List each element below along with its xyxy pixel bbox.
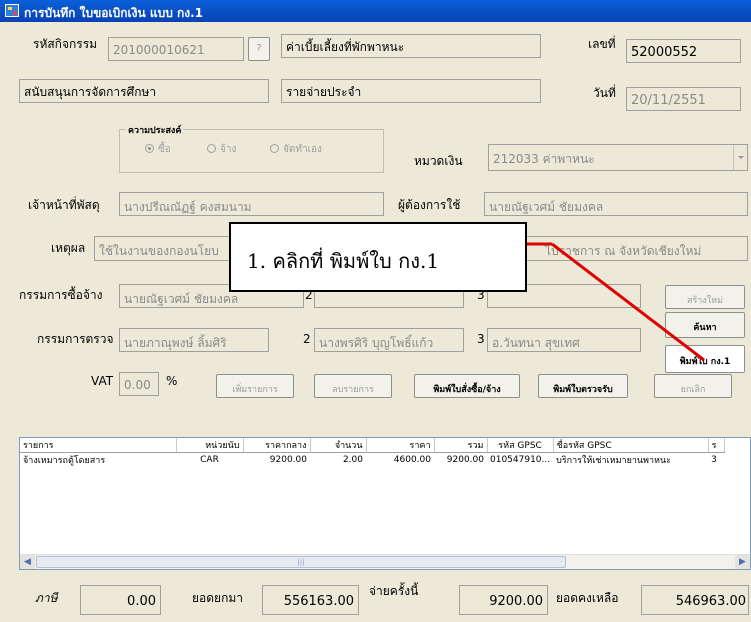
inspection-committee-label: กรรมการตรวจ xyxy=(37,332,114,346)
annotation-callout: 1. คลิกที่ พิมพ์ใบ กง.1 xyxy=(229,222,527,292)
tax-label: ภาษี xyxy=(35,591,58,605)
money-category-value: 212033 ค่าพาหนะ xyxy=(493,152,595,166)
form-window: การบันทึก ใบขอเบิกเงิน แบบ กง.1 รหัสกิจก… xyxy=(0,0,751,622)
project-name-field: สนับสนุนการจัดการศึกษา xyxy=(19,79,269,103)
col-header-price[interactable]: ราคา xyxy=(366,438,435,453)
officer-label: เจ้าหน้าที่พัสดุ xyxy=(28,198,100,212)
vat-field[interactable]: 0.00 xyxy=(119,372,159,396)
col-header-gpsc-name[interactable]: ชื่อรหัส GPSC xyxy=(553,438,709,453)
budget-type-field: รายจ่ายประจำ xyxy=(281,79,541,103)
inspection-committee-member2[interactable]: นางพรศิริ บุญโพธิ์แก้ว xyxy=(314,328,464,352)
grid-header-row: รายการ หน่วยนับ ราคากลาง จำนวน ราคา รวม … xyxy=(20,438,725,453)
carried-forward-field: 556163.00 xyxy=(262,585,359,615)
cell-median-price: 9200.00 xyxy=(269,455,307,465)
create-new-button[interactable]: สร้างใหม่ xyxy=(665,285,745,309)
purpose-radio-buy[interactable]: ซื้อ xyxy=(145,142,171,157)
window-title: การบันทึก ใบขอเบิกเงิน แบบ กง.1 xyxy=(24,6,204,20)
remaining-label: ยอดคงเหลือ xyxy=(556,591,619,605)
col-header-item[interactable]: รายการ xyxy=(20,438,177,453)
purpose-group-title: ความประสงค์ xyxy=(126,123,184,137)
horizontal-scrollbar[interactable]: ◀ ||| ▶ xyxy=(20,554,750,569)
officer-field[interactable]: นางปรีณณัฏฐ์ คงสมนาม xyxy=(119,192,384,216)
chevron-down-icon[interactable] xyxy=(733,145,747,170)
date-label: วันที่ xyxy=(593,86,616,100)
cell-quantity: 2.00 xyxy=(342,455,363,465)
col-header-median-price[interactable]: ราคากลาง xyxy=(243,438,311,453)
activity-lookup-button[interactable]: ? xyxy=(248,37,270,61)
inspection-committee-num3: 3 xyxy=(477,332,485,346)
number-field[interactable]: 52000552 xyxy=(626,39,741,63)
reason-label: เหตุผล xyxy=(51,241,86,255)
delete-item-button[interactable]: ลบรายการ xyxy=(314,374,392,398)
radio-selected-indicator xyxy=(145,144,154,153)
cell-unit: CAR xyxy=(200,455,219,465)
col-header-quantity[interactable]: จำนวน xyxy=(310,438,367,453)
items-grid[interactable]: รายการ หน่วยนับ ราคากลาง จำนวน ราคา รวม … xyxy=(19,437,751,570)
inspection-committee-num2: 2 xyxy=(303,332,311,346)
add-item-button[interactable]: เพิ่มรายการ xyxy=(216,374,294,398)
items-table: รายการ หน่วยนับ ราคากลาง จำนวน ราคา รวม … xyxy=(20,438,725,467)
cell-total: 9200.00 xyxy=(446,455,484,465)
col-header-extra[interactable]: ร xyxy=(708,438,725,453)
scroll-right-icon[interactable]: ▶ xyxy=(735,555,750,569)
inspection-committee-member1[interactable]: นายภาณุพงษ์ ลิ้มศิริ xyxy=(119,328,269,352)
money-category-label: หมวดเงิน xyxy=(414,154,463,168)
vat-label: VAT xyxy=(91,374,114,388)
number-label: เลขที่ xyxy=(588,37,616,51)
search-button[interactable]: ค้นหา xyxy=(665,312,745,338)
scrollbar-thumb[interactable]: ||| xyxy=(36,556,566,568)
spend-label: จ่ายครั้งนี้ xyxy=(369,584,419,598)
purchase-committee-label: กรรมการซื้อจ้าง xyxy=(19,288,103,302)
money-category-select[interactable]: 212033 ค่าพาหนะ xyxy=(488,144,748,171)
inspection-committee-member3[interactable]: อ.วันทนา สุขเทศ xyxy=(487,328,641,352)
purpose-radio-hire[interactable]: จ้าง xyxy=(207,142,236,157)
title-bar: การบันทึก ใบขอเบิกเงิน แบบ กง.1 xyxy=(0,0,751,22)
cell-gpsc-name: บริการให้เช่าเหมายานพาหนะ xyxy=(556,456,671,466)
cell-extra: 3 xyxy=(711,455,717,465)
activity-code-field[interactable]: 201000010621 xyxy=(108,37,244,61)
reason-text-start: ใช้ในงานของกองนโยบ xyxy=(99,244,219,258)
requester-label: ผู้ต้องการใช้ xyxy=(398,198,461,212)
carried-forward-label: ยอดยกมา xyxy=(192,591,243,605)
reason-text-end: ไปราชการ ณ จังหวัดเชียงใหม่ xyxy=(545,244,702,258)
radio-indicator xyxy=(270,144,279,153)
print-form-button[interactable]: พิมพ์ใบ กง.1 xyxy=(665,345,745,373)
date-field[interactable]: 20/11/2551 xyxy=(626,87,741,111)
cell-gpsc-code: 010547910... xyxy=(490,455,551,465)
tax-field: 0.00 xyxy=(80,585,161,615)
activity-code-label: รหัสกิจกรรม xyxy=(33,37,98,51)
cancel-button[interactable]: ยกเลิก xyxy=(654,374,732,398)
col-header-unit[interactable]: หน่วยนับ xyxy=(176,438,244,453)
radio-indicator xyxy=(207,144,216,153)
col-header-total[interactable]: รวม xyxy=(434,438,488,453)
print-receive-button[interactable]: พิมพ์ใบตรวจรับ xyxy=(538,374,628,398)
cell-price: 4600.00 xyxy=(393,455,431,465)
requester-field[interactable]: นายณัฐเวศม์ ชัยมงคล xyxy=(484,192,748,216)
purpose-radio-self[interactable]: จัดทำเอง xyxy=(270,142,322,157)
scroll-left-icon[interactable]: ◀ xyxy=(20,555,35,569)
spend-field: 9200.00 xyxy=(459,585,548,615)
activity-name-field: ค่าเบี้ยเลี้ยงที่พักพาหนะ xyxy=(281,34,541,58)
app-icon xyxy=(5,4,19,17)
vat-unit: % xyxy=(166,374,178,388)
print-order-button[interactable]: พิมพ์ใบสั่งซื้อ/จ้าง xyxy=(414,374,520,398)
col-header-gpsc-code[interactable]: รหัส GPSC xyxy=(487,438,554,453)
table-row[interactable]: จ้างเหมารถตู้โดยสาร CAR 9200.00 2.00 460… xyxy=(20,453,724,468)
remaining-field: 546963.00 xyxy=(641,585,749,615)
cell-item: จ้างเหมารถตู้โดยสาร xyxy=(23,456,106,466)
